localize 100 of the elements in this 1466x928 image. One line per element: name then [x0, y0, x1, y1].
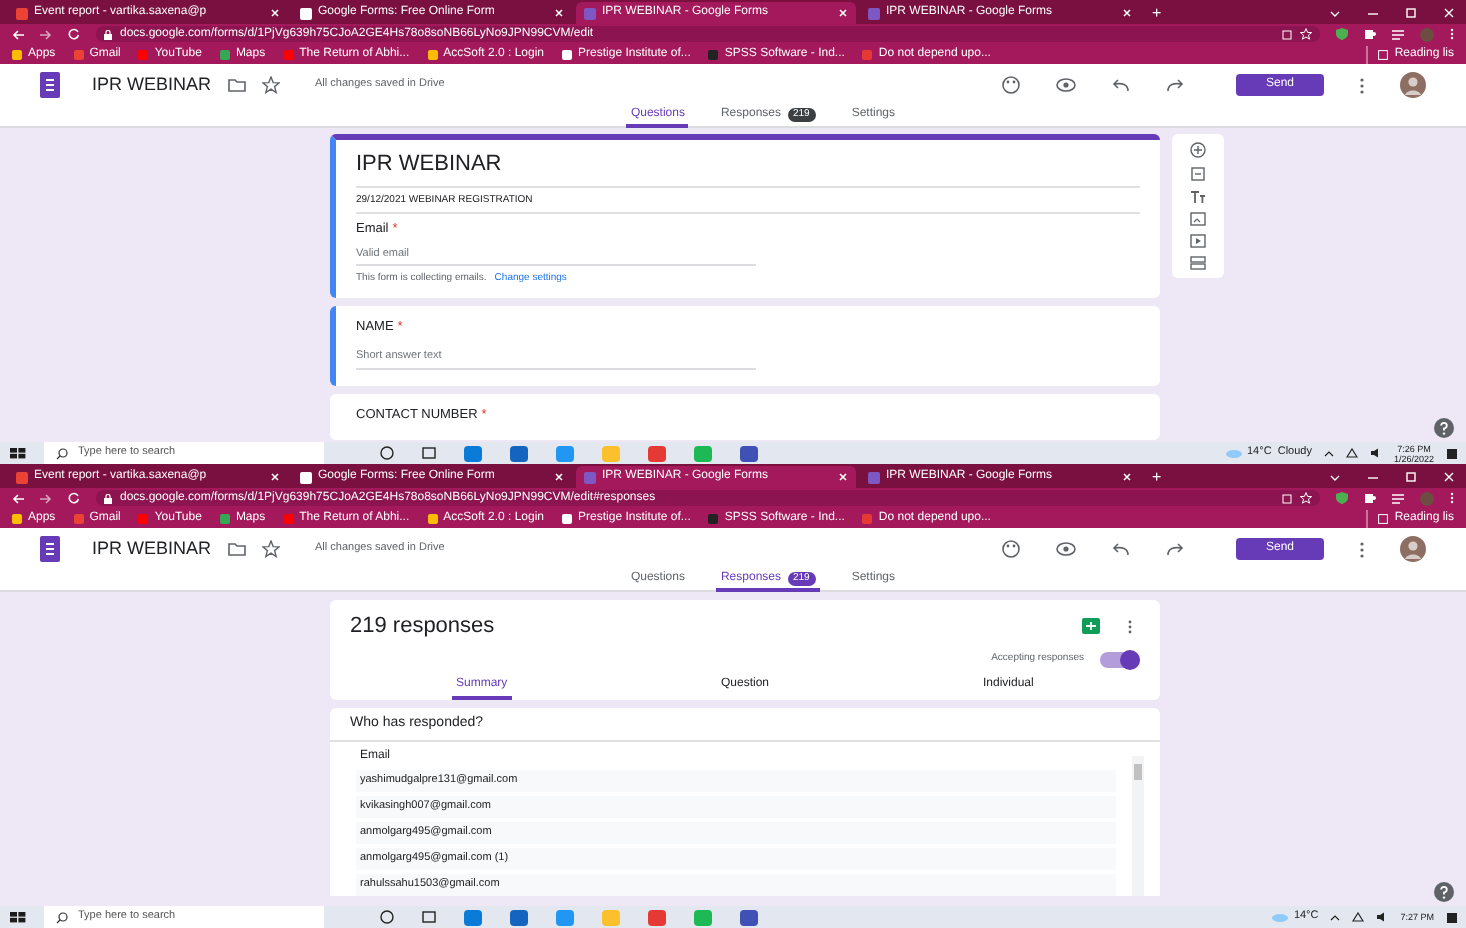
- undo-icon[interactable]: [1112, 78, 1130, 92]
- reading-list-icon: [1378, 49, 1389, 59]
- speaker-icon[interactable]: [1369, 448, 1382, 458]
- accepting-toggle[interactable]: [1100, 651, 1140, 667]
- close-icon[interactable]: [270, 8, 280, 18]
- taskbar-app-icon[interactable]: [510, 445, 528, 461]
- puzzle-icon[interactable]: [1364, 28, 1376, 40]
- redo-icon[interactable]: [1166, 542, 1184, 556]
- close-icon[interactable]: [554, 8, 564, 18]
- notification-icon[interactable]: [1446, 911, 1458, 923]
- new-tab-button[interactable]: +: [1144, 466, 1170, 488]
- close-icon[interactable]: [554, 472, 564, 482]
- spreadsheet-icon[interactable]: [1082, 618, 1100, 635]
- taskbar-window-icon[interactable]: [422, 910, 436, 924]
- shield-icon[interactable]: [1336, 28, 1348, 40]
- network-icon[interactable]: [1345, 448, 1358, 458]
- search-icon: [56, 447, 68, 459]
- bookmark-favicon-icon: [427, 513, 438, 523]
- text-format-icon[interactable]: [1190, 190, 1206, 204]
- add-circle-icon[interactable]: [1190, 142, 1206, 158]
- bookmark-favicon-icon: [219, 49, 230, 59]
- bookmark-favicon-icon: [708, 513, 719, 523]
- response-count: 219 responses: [350, 612, 495, 642]
- forms-logo-icon: [40, 536, 60, 562]
- back-arrow-icon[interactable]: [12, 29, 24, 39]
- help-icon[interactable]: [1434, 882, 1454, 902]
- restore-icon[interactable]: [1406, 8, 1416, 18]
- network-icon[interactable]: [1352, 912, 1365, 922]
- eye-icon[interactable]: [1056, 78, 1076, 92]
- close-icon[interactable]: [838, 472, 848, 482]
- folder-icon[interactable]: [227, 542, 246, 556]
- shield-icon[interactable]: [1336, 492, 1348, 504]
- taskbar-app-icon[interactable]: [464, 909, 482, 925]
- close-icon[interactable]: [1122, 472, 1132, 482]
- restore-icon[interactable]: [1406, 472, 1416, 482]
- list-icon[interactable]: [1392, 493, 1404, 503]
- task-view-icon[interactable]: [380, 910, 394, 924]
- search-icon: [56, 911, 68, 923]
- help-icon[interactable]: [1434, 418, 1454, 438]
- forward-arrow-icon[interactable]: [40, 29, 52, 39]
- tab-favicon-icon: [16, 7, 28, 19]
- speaker-icon[interactable]: [1376, 912, 1389, 922]
- close-icon[interactable]: [838, 8, 848, 18]
- avatar-icon[interactable]: [1400, 72, 1426, 98]
- close-icon[interactable]: [1444, 472, 1454, 482]
- undo-icon[interactable]: [1112, 542, 1130, 556]
- list-icon[interactable]: [1392, 29, 1404, 39]
- taskbar-app-icon[interactable]: [510, 909, 528, 925]
- forward-arrow-icon[interactable]: [40, 493, 52, 503]
- taskbar-app-icon[interactable]: [740, 445, 758, 461]
- taskbar-app-icon[interactable]: [464, 445, 482, 461]
- section-icon[interactable]: [1190, 256, 1206, 270]
- lock-icon: [104, 29, 112, 39]
- puzzle-icon[interactable]: [1364, 492, 1376, 504]
- cloud-icon: [1271, 912, 1288, 922]
- tab-favicon-icon: [584, 471, 596, 483]
- taskbar-app-icon[interactable]: [648, 445, 666, 461]
- minimize-icon[interactable]: [1368, 473, 1378, 481]
- taskbar-app-icon[interactable]: [648, 909, 666, 925]
- form-title: IPR WEBINAR: [92, 71, 212, 98]
- reload-icon[interactable]: [68, 492, 80, 504]
- eye-icon[interactable]: [1056, 542, 1076, 556]
- close-icon[interactable]: [270, 472, 280, 482]
- bookmark-favicon-icon: [427, 49, 438, 59]
- redo-icon[interactable]: [1166, 78, 1184, 92]
- star-icon[interactable]: [261, 76, 280, 94]
- tab-favicon-icon: [584, 7, 596, 19]
- bookmark-favicon-icon: [708, 49, 719, 59]
- chevron-down-icon[interactable]: [1330, 9, 1340, 17]
- image-icon[interactable]: [1190, 212, 1206, 226]
- video-icon[interactable]: [1190, 234, 1206, 248]
- folder-icon[interactable]: [227, 78, 246, 92]
- taskbar-app-icon[interactable]: [556, 445, 574, 461]
- bookmark-favicon-icon: [73, 49, 84, 59]
- avatar-icon[interactable]: [1400, 536, 1426, 562]
- bookmark-favicon-icon: [862, 513, 873, 523]
- tab-favicon-icon: [868, 7, 880, 19]
- chevron-up-icon[interactable]: [1323, 449, 1334, 457]
- form-title: IPR WEBINAR: [92, 535, 212, 562]
- task-view-icon[interactable]: [380, 446, 394, 460]
- close-icon[interactable]: [1122, 8, 1132, 18]
- tab-favicon-icon: [16, 471, 28, 483]
- reading-list-icon: [1378, 513, 1389, 523]
- notification-icon[interactable]: [1446, 447, 1458, 459]
- chevron-up-icon[interactable]: [1330, 913, 1341, 921]
- minimize-icon[interactable]: [1368, 9, 1378, 17]
- reload-icon[interactable]: [68, 28, 80, 40]
- taskbar-window-icon[interactable]: [422, 446, 436, 460]
- star-icon[interactable]: [261, 540, 280, 558]
- chevron-down-icon[interactable]: [1330, 473, 1340, 481]
- tab-favicon-icon: [868, 471, 880, 483]
- scrollbar[interactable]: [1132, 756, 1144, 896]
- taskbar-app-icon[interactable]: [556, 909, 574, 925]
- new-tab-button[interactable]: +: [1144, 2, 1170, 24]
- close-icon[interactable]: [1444, 8, 1454, 18]
- back-arrow-icon[interactable]: [12, 493, 24, 503]
- taskbar-app-icon[interactable]: [740, 909, 758, 925]
- bookmark-favicon-icon: [283, 49, 294, 59]
- bookmark-favicon-icon: [138, 513, 149, 523]
- tab-favicon-icon: [300, 7, 312, 19]
